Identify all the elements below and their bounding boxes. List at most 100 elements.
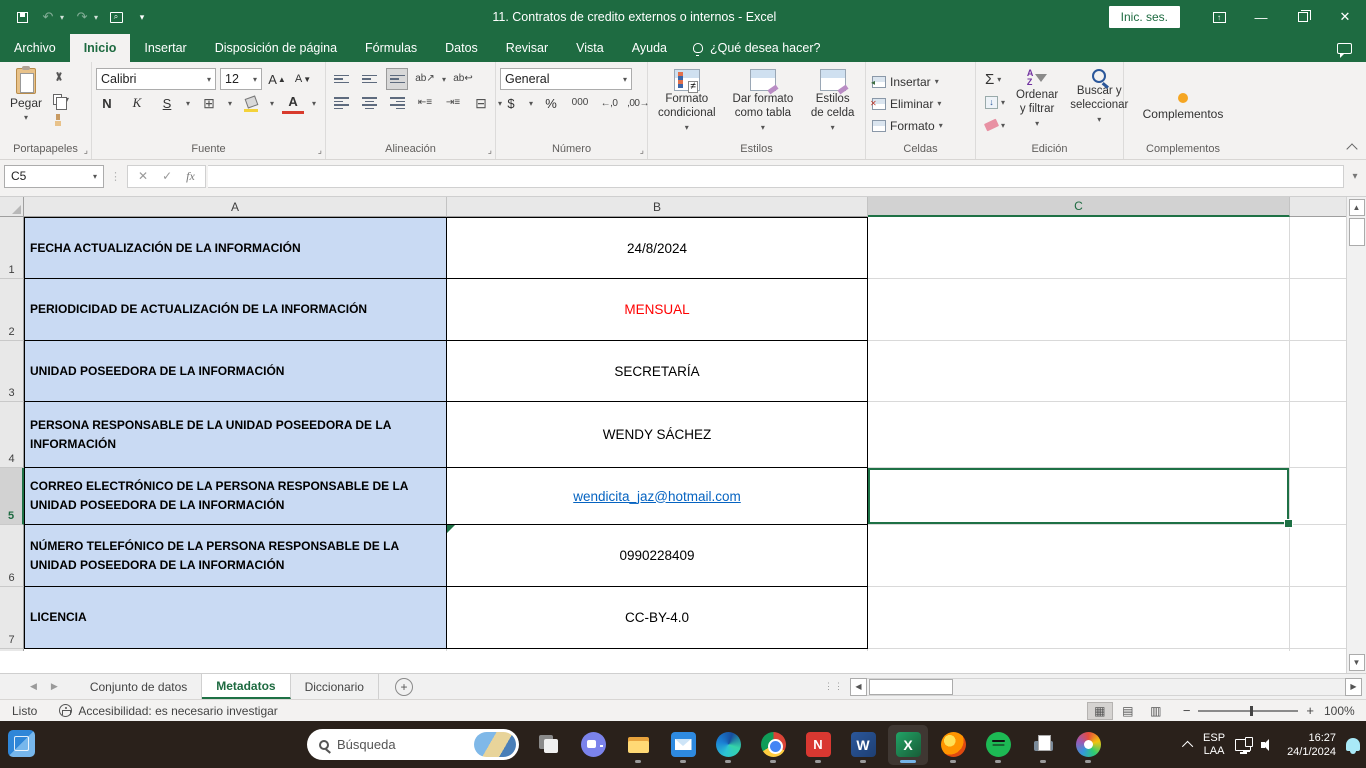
row-header-8[interactable] (0, 649, 24, 651)
fill-button[interactable]: ↓▾ (982, 93, 1008, 111)
normal-view-button[interactable]: ▦ (1087, 702, 1113, 720)
sheet-tab-metadatos[interactable]: Metadatos (202, 674, 290, 699)
paste-button[interactable]: Pegar▾ (4, 66, 48, 124)
tab-formulas[interactable]: Fórmulas (351, 34, 431, 62)
collapse-ribbon-icon[interactable] (1346, 143, 1357, 154)
zoom-out-icon[interactable]: − (1183, 703, 1191, 718)
print-preview-icon[interactable]: ⌕ (108, 9, 124, 25)
close-button[interactable]: ✕ (1324, 0, 1366, 34)
expand-formula-bar-icon[interactable]: ▾ (1346, 171, 1364, 182)
new-sheet-icon[interactable]: + (395, 678, 413, 696)
cell-b7[interactable]: CC-BY-4.0 (447, 587, 868, 649)
number-format-select[interactable]: General▾ (500, 68, 632, 90)
currency-format-button[interactable]: $ (500, 92, 522, 114)
cell-a5[interactable]: CORREO ELECTRÓNICO DE LA PERSONA RESPONS… (24, 468, 447, 525)
tab-datos[interactable]: Datos (431, 34, 492, 62)
insert-cells-button[interactable]: Insertar▾ (872, 72, 971, 92)
sheet-tab-diccionario[interactable]: Diccionario (291, 674, 379, 699)
cell-c7[interactable] (868, 587, 1290, 649)
sign-in-button[interactable]: Inic. ses. (1109, 6, 1180, 28)
search-highlight-image[interactable] (474, 732, 516, 757)
borders-dropdown-icon[interactable]: ▾ (228, 99, 232, 108)
orientation-dropdown-icon[interactable]: ▾ (442, 75, 446, 84)
word-button[interactable]: W (843, 725, 883, 765)
font-color-dropdown-icon[interactable]: ▾ (312, 99, 316, 108)
horizontal-scroll-thumb[interactable] (869, 679, 953, 695)
tab-vista[interactable]: Vista (562, 34, 618, 62)
merge-center-button[interactable]: ⊟ (470, 92, 492, 114)
font-size-select[interactable]: 12▾ (220, 68, 262, 90)
align-center-button[interactable] (358, 92, 380, 114)
task-view-button[interactable] (528, 725, 568, 765)
cell-b2[interactable]: MENSUAL (447, 279, 868, 341)
formula-input[interactable] (208, 165, 1344, 188)
cell-c4[interactable] (868, 402, 1290, 468)
horizontal-scrollbar[interactable]: ◀ ▶ (850, 677, 1362, 696)
align-middle-button[interactable] (358, 68, 380, 90)
row-header-3[interactable]: 3 (0, 341, 24, 402)
clear-button[interactable]: ▾ (982, 116, 1008, 134)
edge-button[interactable] (708, 725, 748, 765)
row-header-7[interactable]: 7 (0, 587, 24, 649)
firefox-button[interactable] (933, 725, 973, 765)
undo-dropdown-icon[interactable]: ▾ (60, 13, 64, 22)
email-link[interactable]: wendicita_jaz@hotmail.com (573, 489, 741, 504)
language-indicator[interactable]: ESP LAA (1203, 732, 1225, 758)
tab-disposicion[interactable]: Disposición de página (201, 34, 351, 62)
tell-me-box[interactable]: ¿Qué desea hacer? (681, 34, 833, 62)
spotify-button[interactable] (978, 725, 1018, 765)
select-all-corner[interactable] (0, 197, 24, 217)
orientation-button[interactable]: ab↗ (414, 68, 436, 90)
cell-b1[interactable]: 24/8/2024 (447, 217, 868, 279)
redo-dropdown-icon[interactable]: ▾ (94, 13, 98, 22)
fill-color-dropdown-icon[interactable]: ▾ (270, 99, 274, 108)
column-header-c[interactable]: C (868, 197, 1290, 217)
cell-a6[interactable]: NÚMERO TELEFÓNICO DE LA PERSONA RESPONSA… (24, 525, 447, 587)
decrease-indent-button[interactable]: ⇤≡ (414, 92, 436, 114)
column-header-b[interactable]: B (447, 197, 868, 217)
cell-a1[interactable]: FECHA ACTUALIZACIÓN DE LA INFORMACIÓN (24, 217, 447, 279)
cancel-formula-icon[interactable]: ✕ (138, 169, 148, 183)
page-layout-view-button[interactable]: ▤ (1115, 702, 1141, 720)
format-cells-button[interactable]: Formato▾ (872, 116, 971, 136)
align-left-button[interactable] (330, 92, 352, 114)
cell-c3[interactable] (868, 341, 1290, 402)
increase-decimal-button[interactable]: ←,0 (598, 92, 620, 114)
vertical-scroll-thumb[interactable] (1349, 218, 1365, 246)
font-color-button[interactable]: A (282, 92, 304, 114)
ribbon-display-options-button[interactable]: ↑ (1198, 0, 1240, 34)
widgets-icon[interactable] (8, 730, 35, 757)
increase-indent-button[interactable]: ⇥≡ (442, 92, 464, 114)
restore-button[interactable] (1282, 0, 1324, 34)
number-dialog-launcher[interactable]: ⌟ (640, 145, 644, 156)
scroll-up-icon[interactable]: ▲ (1349, 199, 1365, 216)
insert-function-icon[interactable]: fx (186, 169, 195, 184)
scroll-down-icon[interactable]: ▼ (1349, 654, 1365, 671)
tab-revisar[interactable]: Revisar (492, 34, 562, 62)
grow-font-button[interactable]: A▲ (266, 68, 288, 90)
cell-b6[interactable]: 0990228409 (447, 525, 868, 587)
vertical-scrollbar[interactable]: ▲ ▼ (1346, 197, 1366, 673)
save-icon[interactable] (14, 9, 30, 25)
cell-c2[interactable] (868, 279, 1290, 341)
row-header-5[interactable]: 5 (0, 468, 24, 525)
row-header-6[interactable]: 6 (0, 525, 24, 587)
conditional-formatting-button[interactable]: Formato condicional▾ (652, 66, 722, 132)
taskbar-search[interactable]: Búsqueda (307, 729, 519, 760)
undo-icon[interactable]: ↶ (40, 9, 56, 25)
notifications-icon[interactable] (1346, 738, 1360, 751)
start-button[interactable] (258, 725, 298, 765)
volume-button[interactable] (1261, 738, 1277, 752)
copy-button[interactable]: ▾ (50, 90, 72, 108)
font-dialog-launcher[interactable]: ⌟ (318, 145, 322, 156)
accessibility-checker[interactable]: Accesibilidad: es necesario investigar (51, 704, 285, 718)
addins-button[interactable]: Complementos (1128, 66, 1238, 141)
cell-a2[interactable]: PERIODICIDAD DE ACTUALIZACIÓN DE LA INFO… (24, 279, 447, 341)
page-break-view-button[interactable]: ▥ (1143, 702, 1169, 720)
format-as-table-button[interactable]: Dar formato como tabla▾ (724, 66, 803, 132)
tab-archivo[interactable]: Archivo (0, 34, 70, 62)
percent-format-button[interactable]: % (540, 92, 562, 114)
cell-c1[interactable] (868, 217, 1290, 279)
cell-b5[interactable]: wendicita_jaz@hotmail.com (447, 468, 868, 525)
cell-b3[interactable]: SECRETARÍA (447, 341, 868, 402)
